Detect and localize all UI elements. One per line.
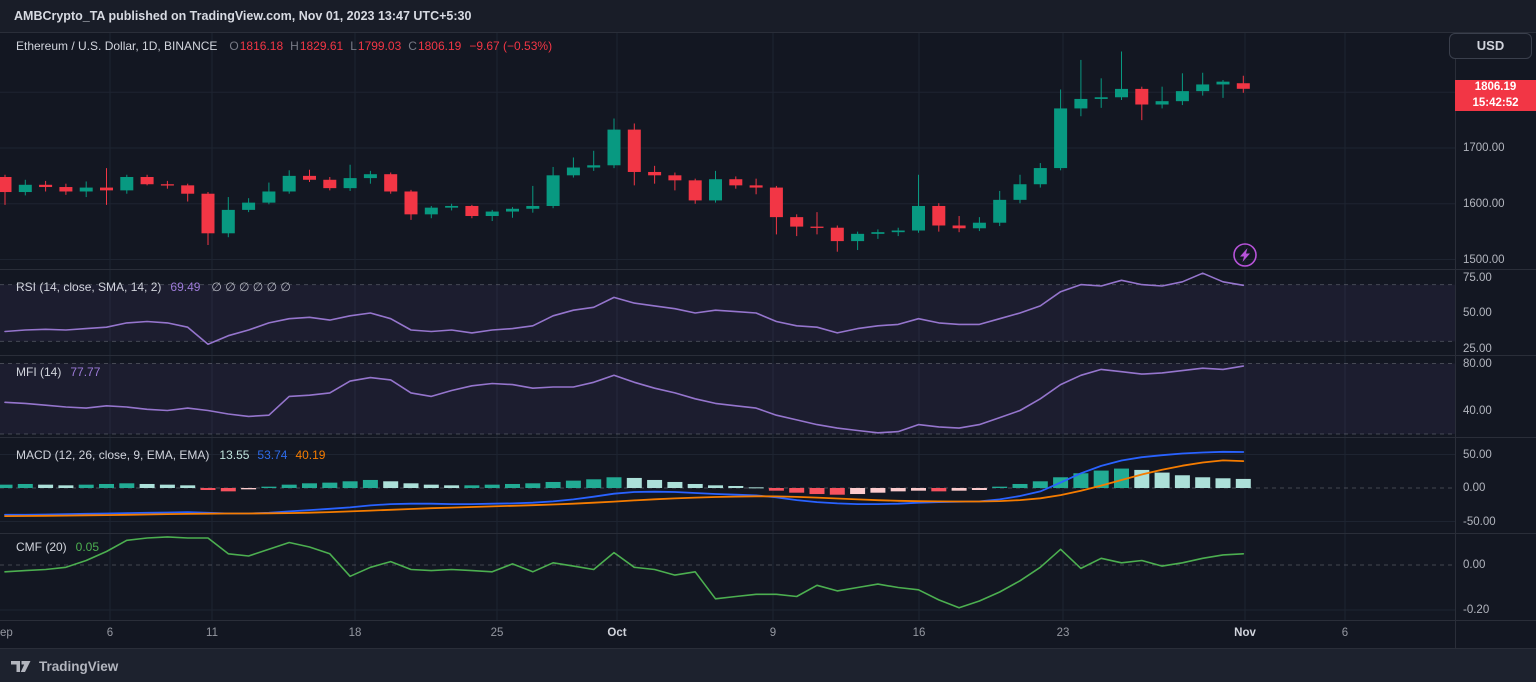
price-axis-label: 75.00 — [1463, 272, 1492, 284]
legend-part: 40.19 — [295, 448, 325, 462]
cmf-line — [5, 537, 1243, 608]
candlestick-series — [0, 52, 1250, 252]
price-axis-label: 1600.00 — [1463, 198, 1505, 210]
legend-part: 13.55 — [219, 448, 249, 462]
legend-macd[interactable]: MACD (12, 26, close, 9, EMA, EMA) 13.55 53… — [16, 447, 325, 462]
price-axis-label: 0.00 — [1463, 559, 1485, 571]
time-axis-label: 11 — [206, 627, 218, 639]
legend-part: −9.67 (−0.53%) — [469, 39, 552, 53]
price-axis-label: -0.20 — [1463, 604, 1489, 616]
time-axis-label: 23 — [1057, 627, 1070, 639]
price-axis-label: 80.00 — [1463, 358, 1492, 370]
legend-part: O — [229, 39, 238, 53]
legend-rsi[interactable]: RSI (14, close, SMA, 14, 2) 69.49 ∅ ∅ ∅ ∅ … — [16, 279, 291, 294]
time-axis-label: 25 — [491, 627, 504, 639]
time-axis-label: ep — [0, 627, 13, 639]
price-axis-label: 0.00 — [1463, 482, 1485, 494]
legend-part: 0.05 — [76, 540, 99, 554]
time-axis-label: 9 — [770, 627, 776, 639]
currency-toggle-button[interactable]: USD — [1449, 33, 1532, 59]
time-axis-label: Nov — [1234, 627, 1256, 639]
last-price-value: 1806.19 — [1455, 80, 1536, 96]
legend-part: 77.77 — [70, 365, 100, 379]
legend-part: H — [290, 39, 299, 53]
legend-part: MFI (14) — [16, 365, 61, 379]
time-axis-label: 18 — [349, 627, 362, 639]
price-axis-label: 1500.00 — [1463, 254, 1505, 266]
price-axis-label: -50.00 — [1463, 516, 1496, 528]
legend-part: MACD (12, 26, close, 9, EMA, EMA) — [16, 448, 209, 462]
tradingview-logo-icon — [10, 657, 32, 675]
legend-cmf[interactable]: CMF (20) 0.05 — [16, 539, 99, 554]
tradingview-logo-text: TradingView — [39, 659, 118, 674]
tradingview-chart-window: AMBCrypto_TA published on TradingView.co… — [0, 0, 1536, 682]
legend-mfi[interactable]: MFI (14) 77.77 — [16, 364, 100, 379]
chart-canvas[interactable] — [0, 0, 1536, 682]
time-axis-label: 6 — [1342, 627, 1348, 639]
price-axis-label: 50.00 — [1463, 307, 1492, 319]
time-scale-axis[interactable]: ep 6 11 18 25 Oct 9 16 23 Nov 6 — [0, 620, 1536, 648]
legend-part: 1799.03 — [358, 39, 401, 53]
last-price-label[interactable]: 1806.19 15:42:52 — [1455, 80, 1536, 111]
legend-part: 1829.61 — [300, 39, 343, 53]
tradingview-logo[interactable]: TradingView — [10, 657, 118, 675]
price-axis-label: 40.00 — [1463, 405, 1492, 417]
legend-part: 69.49 — [170, 280, 200, 294]
bar-close-countdown: 15:42:52 — [1455, 96, 1536, 112]
legend-part: Ethereum / U.S. Dollar, 1D, BINANCE — [16, 39, 217, 53]
time-axis-label: Oct — [607, 627, 626, 639]
legend-part: CMF (20) — [16, 540, 67, 554]
legend-part: L — [350, 39, 357, 53]
legend-part: RSI (14, close, SMA, 14, 2) — [16, 280, 161, 294]
price-axis-label: 25.00 — [1463, 343, 1492, 355]
price-axis-label: 1700.00 — [1463, 142, 1505, 154]
time-axis-label: 6 — [107, 627, 113, 639]
legend-part: 1806.19 — [418, 39, 461, 53]
legend-part: C — [408, 39, 417, 53]
legend-symbol[interactable]: Ethereum / U.S. Dollar, 1D, BINANCE O1816… — [16, 38, 552, 53]
legend-part: ∅ ∅ ∅ ∅ ∅ ∅ — [211, 280, 290, 294]
bottom-toolbar: TradingView — [0, 648, 1536, 682]
time-axis-label: 16 — [913, 627, 926, 639]
legend-part: 1816.18 — [240, 39, 283, 53]
legend-part: 53.74 — [257, 448, 287, 462]
price-axis-label: 50.00 — [1463, 449, 1492, 461]
